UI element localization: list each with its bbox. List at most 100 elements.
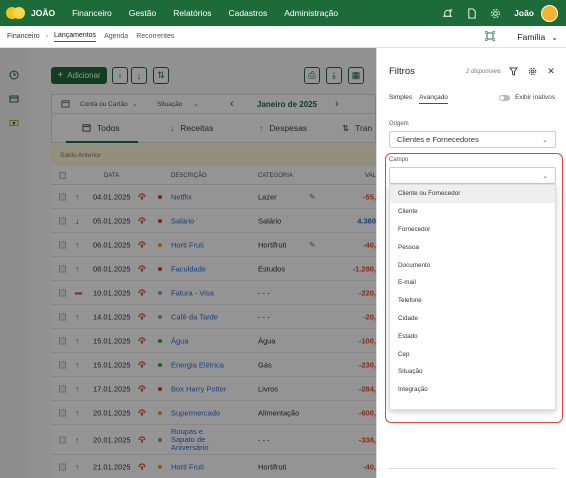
avatar[interactable] [541, 4, 558, 22]
row-description[interactable]: Fatura - Visa [171, 288, 214, 297]
row-checkbox[interactable] [59, 265, 66, 272]
row-description[interactable]: Roupas e Sapato de Aniversário [171, 427, 209, 452]
tab-simples[interactable]: Simples [389, 94, 412, 104]
download-button[interactable]: ⤓ [326, 67, 342, 84]
row-description[interactable]: Supermercado [171, 408, 220, 417]
dropdown-option[interactable]: Situação [390, 363, 555, 381]
status-filter[interactable]: Situação [157, 101, 182, 108]
gear-icon[interactable] [527, 66, 537, 76]
account-filter[interactable]: Conta ou Cartão [80, 101, 128, 108]
table-row[interactable]: ↑ 17.01.2025 Box Harry Potter Livros -284, [51, 377, 376, 401]
row-description[interactable]: Salário [171, 216, 194, 225]
dropdown-option[interactable]: Estado [390, 327, 555, 345]
filter-icon[interactable] [508, 66, 518, 76]
header-descricao[interactable]: DESCRIÇÃO [171, 173, 207, 179]
table-row[interactable]: ↑ 04.01.2025 Netflix Lazer ✎ -55, [51, 185, 376, 209]
sort-button[interactable]: ⇅ [153, 67, 169, 84]
row-description[interactable]: Energia Elétrica [171, 360, 224, 369]
table-row[interactable]: ↑ 20.01.2025 Roupas e Sapato de Aniversári… [51, 425, 376, 455]
row-checkbox[interactable] [59, 409, 66, 416]
table-row[interactable]: ↑ 14.01.2025 Café da Tarde - - - -20, [51, 305, 376, 329]
add-button[interactable]: + Adicionar [51, 67, 107, 84]
row-checkbox[interactable] [59, 436, 66, 443]
table-row[interactable]: ↑ 15.01.2025 Água Água -100, [51, 329, 376, 353]
select-all-checkbox[interactable] [59, 172, 66, 179]
breadcrumb-root[interactable]: Financeiro [7, 33, 40, 40]
dropdown-option[interactable]: Cep [390, 345, 555, 363]
tab-todos[interactable]: Todos [66, 123, 138, 143]
table-row[interactable]: ↑ 06.01.2025 Horti Fruti Hortifruti ✎ -40, [51, 233, 376, 257]
dropdown-option[interactable]: Cidade [390, 310, 555, 328]
tab-despesas[interactable]: ↑ Despesas [259, 123, 307, 133]
breadcrumb-current[interactable]: Lançamentos [54, 32, 97, 42]
clock-icon[interactable] [9, 70, 19, 80]
row-checkbox[interactable] [59, 385, 66, 392]
row-checkbox[interactable] [59, 361, 66, 368]
row-checkbox[interactable] [59, 463, 66, 470]
subtab-recorrentes[interactable]: Recorrentes [136, 33, 174, 40]
dropdown-option[interactable]: Cliente [390, 203, 555, 221]
grid-button[interactable]: ▦ [348, 67, 364, 84]
table-row[interactable]: ↑ 21.01.2025 Horti Fruti Hortifruti -40, [51, 455, 376, 478]
dropdown-option[interactable]: Cliente ou Fornecedor [390, 185, 555, 203]
logo[interactable] [6, 7, 25, 19]
subtab-agenda[interactable]: Agenda [104, 33, 128, 40]
nav-cadastros[interactable]: Cadastros [228, 8, 267, 18]
family-selector[interactable]: Família [517, 32, 545, 42]
dropdown-option[interactable]: E-mail [390, 274, 555, 292]
nav-relatorios[interactable]: Relatórios [173, 8, 211, 18]
row-description[interactable]: Horti Fruti [171, 462, 204, 471]
chevron-down-icon[interactable]: ⌄ [551, 33, 558, 42]
arrow-down-button[interactable]: ↓ [131, 67, 147, 84]
table-row[interactable]: ↑ 15.01.2025 Energia Elétrica Gás -230, [51, 353, 376, 377]
nav-gestao[interactable]: Gestão [129, 8, 156, 18]
close-icon[interactable]: ✕ [546, 66, 556, 76]
prev-month-icon[interactable]: ‹ [230, 98, 234, 110]
origem-select[interactable]: Clientes e Fornecedores ⌄ [389, 131, 556, 148]
user-name[interactable]: João [514, 8, 534, 18]
bell-icon[interactable] [442, 8, 453, 19]
row-checkbox[interactable] [59, 289, 66, 296]
nav-financeiro[interactable]: Financeiro [72, 8, 112, 18]
row-checkbox[interactable] [59, 217, 66, 224]
table-row[interactable]: ↓ 05.01.2025 Salário Salário 4.380 [51, 209, 376, 233]
header-data[interactable]: DATA [104, 173, 119, 179]
row-checkbox[interactable] [59, 337, 66, 344]
edit-icon[interactable]: ✎ [309, 240, 316, 249]
row-description[interactable]: Box Harry Potter [171, 384, 226, 393]
wallet-icon[interactable] [9, 94, 19, 104]
row-description[interactable]: Horti Fruti [171, 240, 204, 249]
show-inactive-toggle[interactable] [499, 94, 510, 101]
header-valor[interactable]: VAL [365, 173, 376, 179]
header-categoria[interactable]: CATEGORIA [258, 173, 293, 179]
nav-administracao[interactable]: Administração [284, 8, 338, 18]
dropdown-option[interactable]: Telefone [390, 292, 555, 310]
settings-icon[interactable] [490, 8, 501, 19]
money-icon[interactable] [9, 118, 19, 128]
table-row[interactable]: ↑ 08.01.2025 Faculdade Estudos -1.280, [51, 257, 376, 281]
document-icon[interactable] [466, 7, 477, 19]
row-checkbox[interactable] [59, 193, 66, 200]
dropdown-option[interactable]: Pessoa [390, 238, 555, 256]
row-description[interactable]: Água [171, 336, 189, 345]
row-description[interactable]: Café da Tarde [171, 312, 218, 321]
row-checkbox[interactable] [59, 241, 66, 248]
tab-avancado[interactable]: Avançado [419, 94, 448, 104]
row-description[interactable]: Faculdade [171, 264, 206, 273]
chevron-down-icon[interactable]: ⌄ [193, 100, 198, 108]
campo-select[interactable]: ⌄ [389, 167, 556, 184]
chevron-down-icon[interactable]: ⌄ [132, 100, 137, 108]
arrow-up-button[interactable]: ↑ [112, 67, 128, 84]
print-button[interactable]: ⎙ [304, 67, 320, 84]
dropdown-option[interactable]: Fornecedor [390, 221, 555, 239]
row-checkbox[interactable] [59, 313, 66, 320]
edit-icon[interactable]: ✎ [309, 192, 316, 201]
tab-receitas[interactable]: ↓ Receitas [170, 123, 213, 133]
tab-transferencias[interactable]: ⇅ Tran [342, 123, 372, 134]
expand-icon[interactable] [484, 30, 496, 43]
row-description[interactable]: Netflix [171, 192, 192, 201]
table-row[interactable]: ▬ 10.01.2025 Fatura - Visa - - - -220, [51, 281, 376, 305]
dropdown-option[interactable]: Documento [390, 256, 555, 274]
table-row[interactable]: ↑ 20.01.2025 Supermercado Alimentação -600, [51, 401, 376, 425]
dropdown-option[interactable]: Integração [390, 381, 555, 399]
